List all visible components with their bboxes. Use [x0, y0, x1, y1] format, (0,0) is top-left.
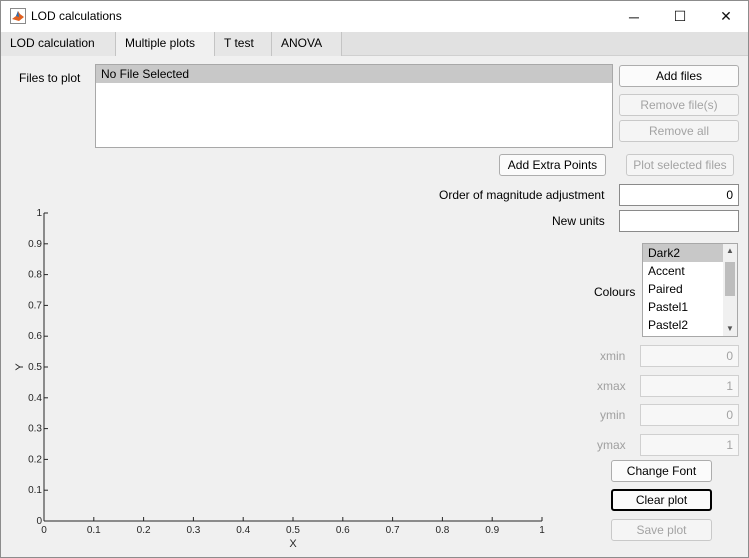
clear-plot-button[interactable]: Clear plot: [611, 489, 712, 511]
app-window: LOD calculations ─ ☐ ✕ LOD calculation M…: [0, 0, 749, 558]
colours-scrollbar[interactable]: ▲ ▼: [723, 244, 737, 336]
plot-selected-files-button[interactable]: Plot selected files: [626, 154, 734, 176]
tab-t-test[interactable]: T test: [215, 32, 272, 56]
x-tick-label: 0.1: [87, 525, 101, 536]
y-tick-label: 0.7: [28, 300, 42, 311]
scroll-up-icon[interactable]: ▲: [723, 244, 737, 258]
y-tick-label: 0.2: [28, 454, 42, 465]
y-axis-label: Y: [14, 363, 26, 371]
x-tick-label: 0.2: [137, 525, 151, 536]
change-font-button[interactable]: Change Font: [611, 460, 712, 482]
y-tick-label: 0: [36, 516, 42, 527]
xmin-input[interactable]: 0: [640, 345, 739, 367]
y-tick-label: 0.1: [28, 485, 42, 496]
maximize-button[interactable]: ☐: [657, 1, 703, 32]
new-units-input[interactable]: [619, 210, 739, 232]
maximize-icon: ☐: [673, 8, 687, 24]
colours-listbox[interactable]: Dark2 Accent Paired Pastel1 Pastel2 ▲ ▼: [642, 243, 738, 337]
add-extra-points-button[interactable]: Add Extra Points: [499, 154, 606, 176]
list-item[interactable]: Pastel1: [643, 298, 723, 316]
magnitude-input[interactable]: 0: [619, 184, 739, 206]
colours-label: Colours: [594, 285, 636, 299]
close-button[interactable]: ✕: [703, 1, 749, 32]
x-tick-label: 0.3: [186, 525, 200, 536]
y-tick-label: 0.9: [28, 239, 42, 250]
x-axis-label: X: [289, 538, 297, 550]
tab-lod-calculation[interactable]: LOD calculation: [1, 32, 116, 56]
files-listbox[interactable]: No File Selected: [95, 64, 613, 148]
xmax-input[interactable]: 1: [640, 375, 739, 397]
save-plot-button[interactable]: Save plot: [611, 519, 712, 541]
y-tick-label: 0.6: [28, 331, 42, 342]
scroll-thumb[interactable]: [725, 262, 735, 296]
x-tick-label: 1: [539, 525, 545, 536]
y-tick-label: 0.4: [28, 393, 42, 404]
x-tick-label: 0.4: [236, 525, 250, 536]
scroll-down-icon[interactable]: ▼: [723, 322, 737, 336]
y-tick-label: 0.3: [28, 424, 42, 435]
x-tick-label: 0.8: [435, 525, 449, 536]
x-tick-label: 0.5: [286, 525, 300, 536]
minimize-button[interactable]: ─: [611, 1, 657, 32]
title-bar: LOD calculations ─ ☐ ✕: [1, 1, 748, 32]
ymax-label: ymax: [597, 438, 626, 452]
ymax-input[interactable]: 1: [640, 434, 739, 456]
list-item[interactable]: Accent: [643, 262, 723, 280]
minimize-icon: ─: [629, 8, 639, 25]
xmin-label: xmin: [600, 349, 626, 363]
ymin-label: ymin: [600, 408, 626, 422]
y-tick-label: 0.5: [28, 362, 42, 373]
x-tick-label: 0.7: [386, 525, 400, 536]
plot-axes: 0 0.1 0.2 0.3 0.4 0.5 0.6 0.7 0.8 0.9 1 0 0.1 0.2 0.3 0…: [14, 208, 545, 550]
magnitude-label: Order of magnitude adjustment: [439, 188, 605, 202]
list-item[interactable]: Dark2: [643, 244, 723, 262]
files-to-plot-label: Files to plot: [19, 71, 81, 85]
y-tick-label: 1: [36, 208, 42, 219]
xmax-label: xmax: [597, 379, 626, 393]
tab-bar: LOD calculation Multiple plots T test AN…: [1, 32, 748, 57]
multiple-plots-panel: Files to plot No File Selected Add files…: [1, 56, 748, 557]
remove-all-button[interactable]: Remove all: [619, 120, 739, 142]
tab-anova[interactable]: ANOVA: [272, 32, 342, 56]
matlab-logo-icon: [10, 8, 26, 24]
x-tick-label: 0.9: [485, 525, 499, 536]
close-icon: ✕: [720, 8, 732, 24]
y-tick-label: 0.8: [28, 270, 42, 281]
ymin-input[interactable]: 0: [640, 404, 739, 426]
list-item[interactable]: No File Selected: [96, 65, 612, 83]
x-tick-label: 0.6: [336, 525, 350, 536]
x-tick-label: 0: [41, 525, 47, 536]
window-title: LOD calculations: [31, 9, 122, 23]
remove-files-button[interactable]: Remove file(s): [619, 94, 739, 116]
add-files-button[interactable]: Add files: [619, 65, 739, 87]
tab-multiple-plots[interactable]: Multiple plots: [115, 32, 215, 57]
list-item[interactable]: Pastel2: [643, 316, 723, 334]
list-item[interactable]: Paired: [643, 280, 723, 298]
